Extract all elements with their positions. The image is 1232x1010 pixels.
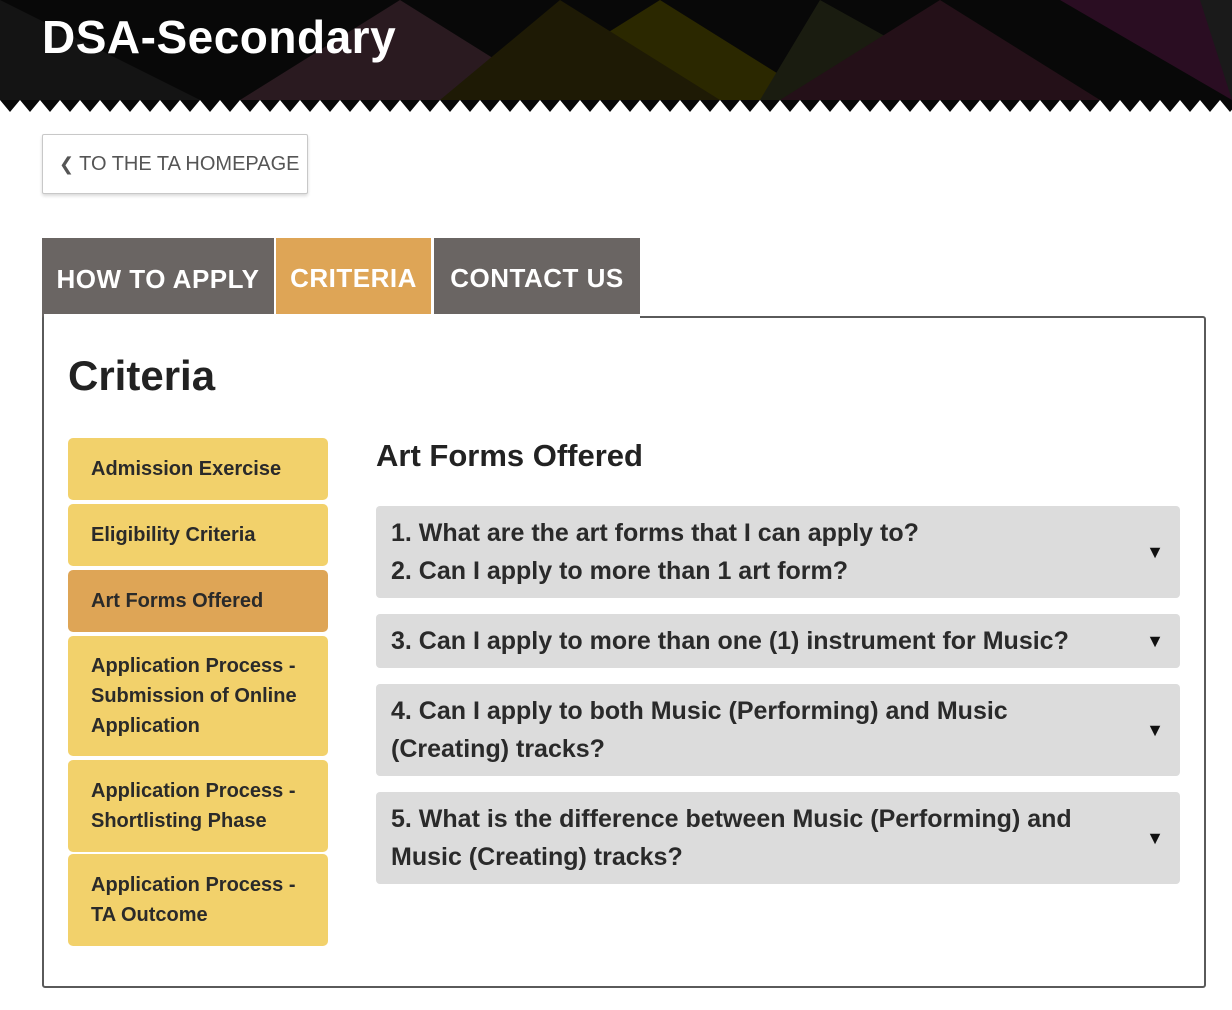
faq-item-2[interactable]: 3. Can I apply to more than one (1) inst… — [376, 614, 1180, 668]
side-menu-item-label: Application Process - Submission of Onli… — [91, 655, 297, 737]
faq-question-line: 3. Can I apply to more than one (1) inst… — [391, 627, 1069, 655]
side-menu-item-admission-exercise[interactable]: Admission Exercise — [68, 438, 328, 500]
tab-contact-us[interactable]: CONTACT US — [434, 238, 640, 318]
back-to-homepage-button[interactable]: ❮ TO THE TA HOMEPAGE — [42, 134, 308, 194]
side-menu-item-label: Application Process - TA Outcome — [91, 874, 296, 926]
side-menu-item-label: Application Process - Shortlisting Phase — [91, 780, 296, 832]
side-menu-item-label: Eligibility Criteria — [91, 524, 256, 546]
faq-item-3[interactable]: 4. Can I apply to both Music (Performing… — [376, 684, 1180, 776]
tab-criteria[interactable]: CRITERIA — [276, 238, 431, 318]
side-menu-item-art-forms-offered[interactable]: Art Forms Offered — [68, 570, 328, 632]
side-menu-item-eligibility-criteria[interactable]: Eligibility Criteria — [68, 504, 328, 566]
faq-question-line: 1. What are the art forms that I can app… — [391, 519, 919, 547]
faq-question-line: 5. What is the difference between Music … — [391, 805, 1072, 871]
chevron-left-icon: ❮ — [59, 153, 75, 174]
faq-question: 5. What is the difference between Music … — [391, 800, 1120, 876]
tab-how-to-apply[interactable]: HOW TO APPLY — [42, 238, 274, 320]
side-menu-item-label: Admission Exercise — [91, 458, 282, 480]
tab-label: CRITERIA — [290, 262, 417, 293]
triangle-down-icon[interactable]: ▼ — [1146, 819, 1164, 857]
faq-item-4[interactable]: 5. What is the difference between Music … — [376, 792, 1180, 884]
side-menu-item-shortlisting-phase[interactable]: Application Process - Shortlisting Phase — [68, 760, 328, 852]
tab-label: CONTACT US — [450, 262, 624, 293]
side-menu-item-submission-of-online-application[interactable]: Application Process - Submission of Onli… — [68, 636, 328, 756]
side-menu-item-ta-outcome[interactable]: Application Process - TA Outcome — [68, 854, 328, 946]
triangle-down-icon[interactable]: ▼ — [1146, 622, 1164, 660]
faq-item-1[interactable]: 1. What are the art forms that I can app… — [376, 506, 1180, 598]
triangle-down-icon[interactable]: ▼ — [1146, 711, 1164, 749]
faq-question-line: 4. Can I apply to both Music (Performing… — [391, 697, 1008, 763]
header-banner: DSA-Secondary — [0, 0, 1232, 116]
panel-top-gap — [44, 314, 640, 320]
faq-question-line: 2. Can I apply to more than 1 art form? — [391, 557, 849, 585]
site-title: DSA-Secondary — [42, 11, 397, 63]
triangle-down-icon[interactable]: ▼ — [1146, 533, 1164, 571]
side-menu-item-label: Art Forms Offered — [91, 590, 264, 612]
section-title: Criteria — [68, 352, 216, 399]
content-heading: Art Forms Offered — [376, 438, 643, 473]
faq-question: 3. Can I apply to more than one (1) inst… — [391, 622, 1069, 660]
faq-question: 1. What are the art forms that I can app… — [391, 514, 919, 590]
back-button-label: TO THE TA HOMEPAGE — [79, 152, 300, 175]
tab-label: HOW TO APPLY — [56, 263, 260, 294]
faq-question: 4. Can I apply to both Music (Performing… — [391, 692, 1120, 768]
